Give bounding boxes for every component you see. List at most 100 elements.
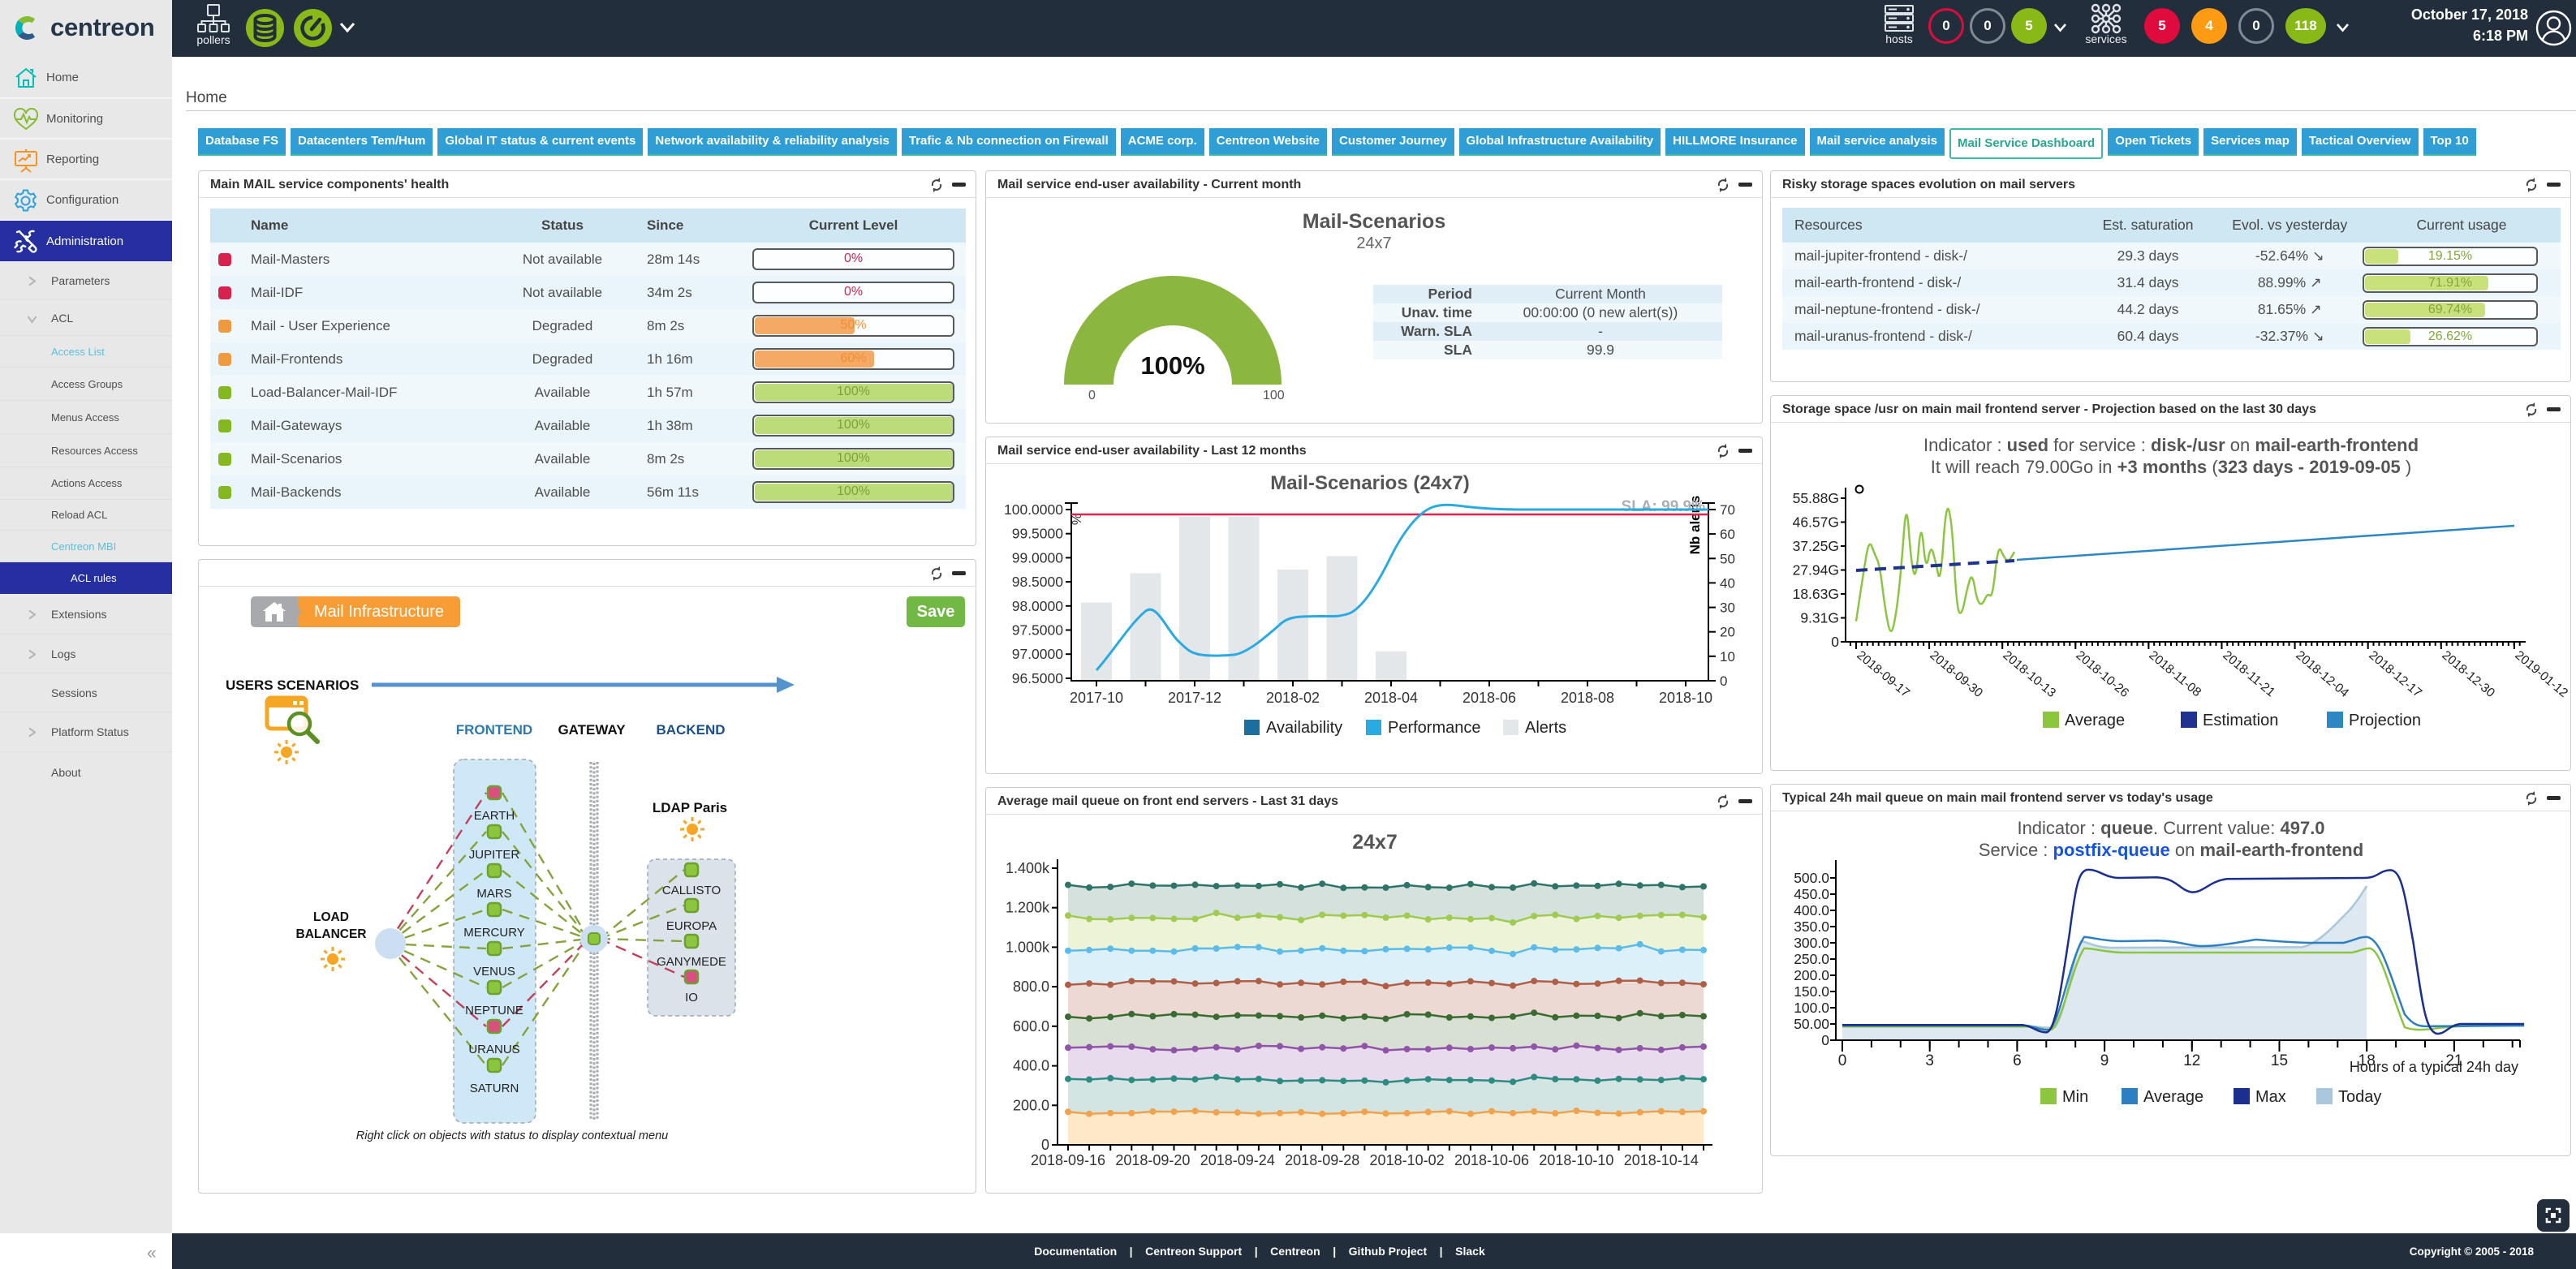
svg-text:1.200k: 1.200k (1006, 900, 1050, 916)
svg-text:Performance: Performance (1388, 719, 1481, 737)
svg-text:27.94G: 27.94G (1793, 562, 1839, 579)
svg-text:SLA: 99.9%: SLA: 99.9% (1622, 498, 1706, 515)
svg-text:150.0: 150.0 (1794, 983, 1829, 1000)
svg-text:2018-12-30: 2018-12-30 (2439, 648, 2497, 700)
svg-text:LOAD: LOAD (313, 910, 349, 924)
svg-text:2018-04: 2018-04 (1364, 690, 1418, 706)
svg-text:200.0: 200.0 (1013, 1097, 1049, 1113)
svg-text:2018-10-10: 2018-10-10 (1539, 1152, 1613, 1168)
svg-text:0: 0 (1821, 1032, 1829, 1048)
svg-text:EARTH: EARTH (474, 809, 515, 823)
svg-text:2018-02: 2018-02 (1266, 690, 1320, 706)
svg-text:2018-12-17: 2018-12-17 (2366, 648, 2424, 700)
svg-text:70: 70 (1720, 502, 1735, 518)
svg-text:400.0: 400.0 (1013, 1058, 1049, 1074)
svg-text:2018-09-20: 2018-09-20 (1115, 1152, 1190, 1168)
svg-text:24x7: 24x7 (1352, 831, 1398, 854)
svg-text:2018-10: 2018-10 (1659, 690, 1712, 706)
svg-text:EUROPA: EUROPA (666, 919, 717, 933)
svg-text:99.5000: 99.5000 (1012, 526, 1064, 542)
svg-text:2019-01-12: 2019-01-12 (2512, 648, 2570, 700)
svg-text:Hours of a typical 24h day: Hours of a typical 24h day (2350, 1059, 2518, 1075)
svg-text:Indicator : queue. Current val: Indicator : queue. Current value: 497.0 (2017, 818, 2324, 838)
svg-text:600.0: 600.0 (1013, 1018, 1049, 1035)
svg-text:30: 30 (1720, 600, 1735, 616)
svg-text:800.0: 800.0 (1013, 979, 1049, 995)
svg-text:URANUS: URANUS (468, 1043, 519, 1056)
svg-text:GANYMEDE: GANYMEDE (657, 955, 726, 969)
svg-text:300.0: 300.0 (1794, 935, 1829, 951)
svg-text:50.00: 50.00 (1794, 1016, 1829, 1032)
svg-text:2018-10-13: 2018-10-13 (2000, 648, 2058, 700)
svg-text:Estimation: Estimation (2203, 712, 2278, 729)
svg-text:VENUS: VENUS (473, 965, 515, 979)
svg-text:GATEWAY: GATEWAY (558, 722, 626, 738)
svg-text:10: 10 (1720, 649, 1735, 665)
svg-text:Availability: Availability (1266, 719, 1342, 737)
svg-text:0: 0 (1041, 1137, 1049, 1153)
svg-text:Average: Average (2065, 712, 2125, 729)
svg-text:MERCURY: MERCURY (463, 926, 525, 940)
svg-text:46.57G: 46.57G (1793, 514, 1839, 531)
svg-text:0: 0 (1831, 634, 1839, 650)
svg-text:12: 12 (2183, 1052, 2200, 1069)
svg-text:Min: Min (2062, 1088, 2088, 1106)
svg-text:2018-09-24: 2018-09-24 (1200, 1152, 1275, 1168)
svg-text:LDAP Paris: LDAP Paris (653, 800, 727, 815)
svg-text:20: 20 (1720, 625, 1735, 640)
svg-text:97.5000: 97.5000 (1012, 622, 1064, 639)
svg-text:15: 15 (2271, 1052, 2288, 1069)
svg-text:400.0: 400.0 (1794, 902, 1829, 918)
svg-text:2018-09-30: 2018-09-30 (1927, 648, 1985, 700)
svg-text:Indicator : used for service :: Indicator : used for service : disk-/usr… (1923, 435, 2419, 455)
svg-text:Alerts: Alerts (1525, 719, 1566, 737)
svg-text:6: 6 (2013, 1052, 2022, 1069)
svg-text:MARS: MARS (476, 887, 511, 901)
svg-text:98.0000: 98.0000 (1012, 598, 1064, 614)
svg-text:55.88G: 55.88G (1793, 490, 1839, 506)
svg-text:Right click on objects with st: Right click on objects with status to di… (356, 1129, 668, 1142)
svg-text:2018-10-06: 2018-10-06 (1454, 1152, 1529, 1168)
svg-text:SATURN: SATURN (470, 1082, 519, 1095)
svg-text:It will reach 79.00Go in +3 mo: It will reach 79.00Go in +3 months (323 … (1931, 457, 2412, 477)
svg-text:200.0: 200.0 (1794, 967, 1829, 983)
svg-text:60: 60 (1720, 527, 1735, 542)
svg-text:97.0000: 97.0000 (1012, 646, 1064, 662)
svg-text:2018-09-17: 2018-09-17 (1854, 648, 1912, 700)
svg-text:2018-08: 2018-08 (1561, 690, 1614, 706)
svg-text:0: 0 (1838, 1052, 1847, 1069)
svg-text:Today: Today (2338, 1088, 2381, 1106)
svg-text:450.0: 450.0 (1794, 886, 1829, 902)
svg-text:Service : postfix-queue on mai: Service : postfix-queue on mail-earth-fr… (1979, 840, 2363, 860)
svg-text:2018-09-28: 2018-09-28 (1285, 1152, 1359, 1168)
svg-text:9: 9 (2100, 1052, 2109, 1069)
svg-text:100.0: 100.0 (1794, 1000, 1829, 1016)
svg-text:Average: Average (2143, 1088, 2203, 1106)
svg-text:USERS SCENARIOS: USERS SCENARIOS (226, 678, 359, 693)
svg-text:1.000k: 1.000k (1006, 939, 1050, 955)
svg-text:0: 0 (1720, 673, 1727, 689)
svg-text:IO: IO (685, 991, 698, 1004)
svg-text:2018-10-14: 2018-10-14 (1624, 1152, 1699, 1168)
svg-text:BALANCER: BALANCER (296, 927, 367, 941)
svg-text:18.63G: 18.63G (1793, 586, 1839, 602)
svg-text:500.0: 500.0 (1794, 870, 1829, 886)
svg-text:250.0: 250.0 (1794, 951, 1829, 967)
svg-text:1.400k: 1.400k (1006, 860, 1050, 876)
svg-text:2018-11-08: 2018-11-08 (2146, 648, 2203, 699)
svg-text:98.5000: 98.5000 (1012, 574, 1064, 590)
svg-text:99.0000: 99.0000 (1012, 549, 1064, 566)
svg-text:2017-12: 2017-12 (1168, 690, 1221, 706)
svg-text:100.0000: 100.0000 (1004, 501, 1063, 518)
svg-text:NEPTUNE: NEPTUNE (465, 1004, 523, 1017)
svg-text:3: 3 (1925, 1052, 1934, 1069)
svg-text:50: 50 (1720, 551, 1735, 566)
svg-text:2018-11-21: 2018-11-21 (2220, 648, 2277, 699)
svg-text:9.31G: 9.31G (1800, 610, 1839, 626)
svg-text:Mail-Scenarios (24x7): Mail-Scenarios (24x7) (1270, 472, 1469, 494)
svg-text:CALLISTO: CALLISTO (662, 884, 721, 897)
svg-text:2018-10-26: 2018-10-26 (2073, 648, 2131, 700)
svg-text:350.0: 350.0 (1794, 918, 1829, 935)
svg-text:JUPITER: JUPITER (469, 848, 520, 862)
svg-text:BACKEND: BACKEND (657, 722, 726, 738)
